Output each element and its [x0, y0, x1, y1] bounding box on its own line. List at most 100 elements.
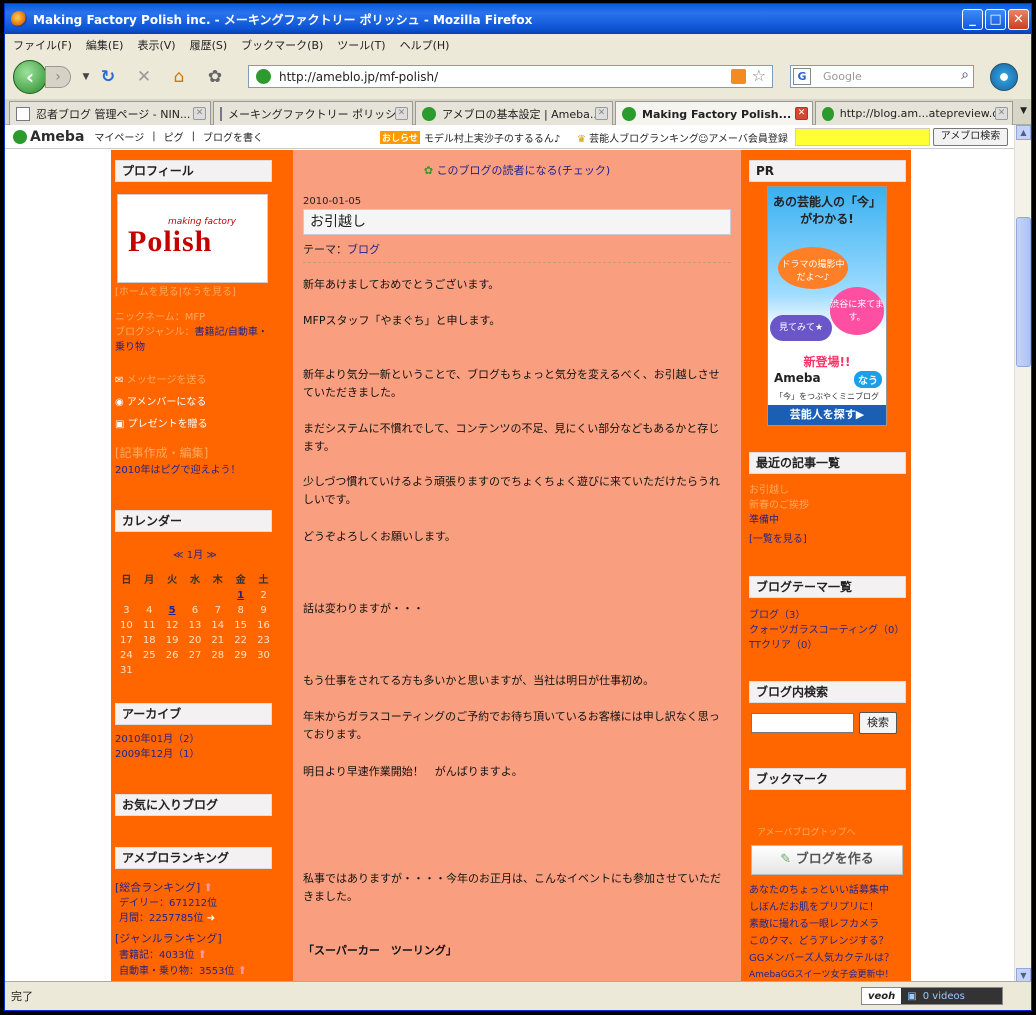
tab-bar: 忍者ブログ 管理ページ - NIN... ✕ メーキングファクトリー ポリッシュ…	[5, 99, 1031, 126]
recent-article[interactable]: お引越し	[749, 483, 789, 498]
maximize-button[interactable]: □	[985, 9, 1006, 30]
tab-close-icon[interactable]: ✕	[595, 107, 608, 120]
blog-search-button[interactable]: 検索	[859, 712, 897, 734]
minimize-button[interactable]: _	[962, 9, 983, 30]
calendar-day: 3	[123, 605, 130, 616]
history-dropdown-icon[interactable]: ▼	[76, 67, 96, 87]
close-button[interactable]: ✕	[1008, 9, 1029, 30]
menu-file[interactable]: ファイル(F)	[13, 37, 72, 53]
tab-list-icon[interactable]: ▼	[1020, 106, 1027, 116]
calendar-day[interactable]: 5	[161, 603, 184, 618]
ameba-logo[interactable]: Ameba	[13, 129, 84, 145]
pigg-text: 2010年はピグで迎えよう！	[115, 465, 241, 476]
stop-icon[interactable]: ✕	[134, 67, 154, 87]
ad-link[interactable]: 素敵に撮れる一眼レフカメラ	[749, 917, 879, 932]
url-bar[interactable]: http://ameblo.jp/mf-polish/ ☆	[248, 65, 773, 88]
make-blog-button[interactable]: ✎ ブログを作る	[751, 845, 903, 875]
home-icon[interactable]: ⌂	[169, 67, 189, 87]
separator: |	[191, 131, 195, 142]
write-blog-link[interactable]: ブログを書く	[203, 129, 263, 144]
menu-edit[interactable]: 編集(E)	[86, 37, 124, 53]
ad-link[interactable]: GGメンバーズ人気カクテルは？	[749, 951, 894, 966]
pigg-newyear-link[interactable]: 2010年はピグで迎えよう！	[115, 463, 240, 478]
edit-article-link[interactable]: [記事作成・編集]	[115, 446, 208, 461]
up-arrow-icon: ⬆	[203, 881, 213, 894]
theme-link[interactable]: ブログ	[347, 243, 380, 256]
blog-search-heading: ブログ内検索	[749, 681, 906, 703]
tab-ameblo-settings[interactable]: アメブロの基本設定 | Ameba... ✕	[415, 101, 613, 125]
profile-links[interactable]: [ホームを見る|なうを見る]	[115, 285, 236, 300]
ameba-now-banner[interactable]: あの芸能人の「今」がわかる! ドラマの撮影中だよ〜♪ 渋谷に来てます。 見てみて…	[767, 186, 887, 426]
tab-close-icon[interactable]: ✕	[795, 107, 808, 120]
pigg-link[interactable]: ピグ	[164, 129, 184, 144]
vertical-scrollbar[interactable]: ▲ ▼	[1014, 125, 1031, 983]
reader-register-link[interactable]: ✿ このブログの読者になる(チェック)	[303, 162, 731, 178]
message-text: メッセージを送る	[126, 375, 207, 386]
calendar-day: 10	[120, 620, 133, 631]
tab-close-icon[interactable]: ✕	[995, 107, 1008, 120]
present-link[interactable]: ▣ プレゼントを贈る	[115, 417, 208, 432]
amember-link[interactable]: ◉ アメンバーになる	[115, 395, 206, 410]
tab-ninja-blog[interactable]: 忍者ブログ 管理ページ - NIN... ✕	[9, 101, 211, 125]
menu-bookmarks[interactable]: ブックマーク(B)	[241, 37, 323, 53]
notice-text[interactable]: モデル村上実沙子のするるん♪	[424, 130, 560, 145]
tab-close-icon[interactable]: ✕	[395, 107, 408, 120]
home-now-links[interactable]: [ホームを見る|なうを見る]	[115, 287, 236, 298]
paragraph: 少しづつ慣れていけるよう頑張りますのでちょくちょく遊びに来ていただけたらうれしい…	[303, 475, 721, 506]
recent-article[interactable]: 新春のご挨拶	[749, 498, 809, 513]
rss-icon[interactable]	[731, 69, 746, 84]
profile-image[interactable]: making factory Polish	[117, 194, 268, 283]
veoh-status[interactable]: veoh ▣ 0 videos	[861, 987, 1003, 1005]
ad-link[interactable]: しぼんだお肌をプリプリに！	[749, 900, 879, 915]
addon-icon[interactable]: ✿	[205, 67, 225, 87]
search-icon[interactable]: ⌕	[961, 67, 969, 83]
theme-item[interactable]: ブログ（3）	[749, 608, 805, 623]
entry-title[interactable]: お引越し	[303, 209, 731, 235]
back-icon[interactable]: ‹	[13, 60, 47, 94]
ad-link[interactable]: あなたのちょっといい話募集中	[749, 883, 889, 898]
veoh-icon[interactable]	[990, 63, 1018, 91]
calendar-day	[206, 588, 229, 603]
menu-tools[interactable]: ツール(T)	[337, 37, 385, 53]
forward-icon[interactable]: ›	[45, 66, 71, 88]
genre-ranking-link[interactable]: [ジャンルランキング]	[115, 932, 222, 945]
archive-item[interactable]: 2009年12月（1）	[115, 747, 200, 762]
daily-rank-text: デイリー：671212位	[119, 898, 218, 909]
menu-help[interactable]: ヘルプ(H)	[400, 37, 450, 53]
archive-item[interactable]: 2010年01月（2）	[115, 732, 200, 747]
reader-text: このブログの読者になる(チェック)	[436, 164, 611, 177]
mypage-link[interactable]: マイページ	[94, 129, 144, 144]
scroll-thumb[interactable]	[1016, 217, 1031, 367]
tab-blog-preview[interactable]: http://blog.am...atepreview.do ✕	[815, 101, 1013, 125]
reload-icon[interactable]: ↻	[98, 67, 118, 87]
blog-search-input[interactable]	[751, 713, 854, 733]
celebrity-ranking-link[interactable]: ♛ 芸能人ブログランキング	[577, 130, 699, 145]
tab-polish-active[interactable]: Making Factory Polish... ✕	[615, 101, 813, 126]
notice[interactable]: おしらせ モデル村上実沙子のするるん♪	[380, 130, 560, 145]
right-sidebar: PR あの芸能人の「今」がわかる! ドラマの撮影中だよ〜♪ 渋谷に来てます。 見…	[745, 150, 911, 983]
tab-making-factory[interactable]: メーキングファクトリー ポリッシュ ✕	[213, 101, 413, 125]
menu-history[interactable]: 履歴(S)	[190, 37, 228, 53]
theme-item[interactable]: TTクリア（0）	[749, 638, 817, 653]
message-link[interactable]: ✉ メッセージを送る	[115, 373, 206, 388]
google-engine-icon[interactable]: G	[793, 68, 811, 85]
ameba-top-link[interactable]: アメーバブログトップへ	[757, 826, 855, 841]
bookmark-star-icon[interactable]: ☆	[752, 66, 766, 85]
recent-article[interactable]: 準備中	[749, 513, 779, 528]
menu-view[interactable]: 表示(V)	[137, 37, 175, 53]
scroll-up-icon[interactable]: ▲	[1016, 125, 1031, 140]
recent-more-link[interactable]: [一覧を見る]	[749, 532, 807, 547]
ameblo-search-button[interactable]: アメブロ検索	[933, 128, 1008, 146]
calendar-day[interactable]: 1	[229, 588, 252, 603]
ameblo-search-input[interactable]	[795, 128, 930, 146]
total-ranking-link[interactable]: [総合ランキング]	[115, 881, 200, 894]
tab-close-icon[interactable]: ✕	[193, 107, 206, 120]
member-text: アメーバ会員登録	[708, 134, 788, 145]
calendar-day: 19	[165, 635, 179, 646]
ad-link[interactable]: このクマ、どうアレンジする？	[749, 934, 889, 949]
doc-icon	[220, 106, 222, 121]
member-register-link[interactable]: ☺アメーバ会員登録	[698, 130, 788, 145]
search-bar[interactable]: G Google ⌕	[790, 65, 974, 88]
theme-item[interactable]: クォーツガラスコーティング（0）	[749, 623, 904, 638]
calendar-nav[interactable]: ≪ 1月 ≫	[115, 546, 275, 561]
